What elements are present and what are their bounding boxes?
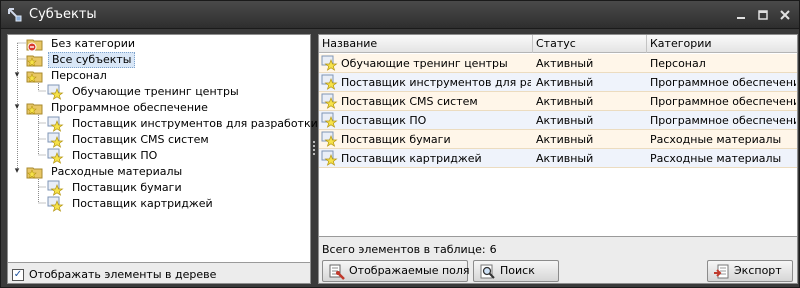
subjects-window: Субъекты Без категории Все субъекты ▾ Пе…	[0, 0, 800, 288]
cell-categories: Программное обеспечение	[650, 95, 796, 108]
star-subject-icon	[47, 132, 64, 148]
cell-name: Поставщик инструментов для разработки ПО	[341, 76, 531, 89]
expand-chevron-icon[interactable]: ▾	[12, 70, 22, 80]
cell-name: Поставщик картриджей	[341, 152, 482, 165]
total-count: 6	[489, 243, 497, 256]
subjects-grid-panel: Название Статус Категории Обучающие трен…	[318, 34, 798, 284]
minimize-icon	[737, 17, 745, 19]
columns-settings-icon	[329, 264, 345, 280]
tree-item-label: Персонал	[51, 69, 107, 82]
folder-star-icon	[26, 71, 43, 83]
tree-item-software[interactable]: Программное обеспечение	[26, 100, 286, 116]
tree-item-no-category[interactable]: Без категории	[26, 36, 286, 52]
tree-item-label: Без категории	[51, 37, 136, 50]
cell-status: Активный	[536, 76, 594, 89]
tree-item-label: Расходные материалы	[51, 165, 183, 178]
minimize-button[interactable]	[733, 7, 749, 23]
displayed-fields-button[interactable]: Отображаемые поля	[322, 260, 470, 282]
cell-name: Поставщик бумаги	[341, 133, 451, 146]
table-total: Всего элементов в таблице: 6	[322, 243, 497, 256]
maximize-icon	[758, 10, 768, 20]
window-title: Субъекты	[29, 7, 97, 22]
tree-item-all-subjects[interactable]: Все субъекты	[26, 52, 286, 68]
export-button[interactable]: Экспорт	[707, 260, 793, 282]
search-button[interactable]: Поиск	[473, 260, 559, 282]
column-header-categories[interactable]: Категории	[647, 35, 797, 53]
cell-categories: Расходные материалы	[650, 133, 782, 146]
category-tree[interactable]: Без категории Все субъекты ▾ Персонал Об…	[8, 35, 338, 263]
pane-splitter[interactable]	[313, 141, 316, 157]
tree-item-label: Поставщик картриджей	[72, 197, 213, 210]
export-label: Экспорт	[734, 264, 782, 277]
tree-item-dev-tools-supplier[interactable]: Поставщик инструментов для разработки ПО	[47, 116, 338, 132]
table-row[interactable]: Поставщик картриджей Активный Расходные …	[319, 149, 797, 168]
cell-status: Активный	[536, 95, 594, 108]
column-header-status[interactable]: Статус	[533, 35, 647, 53]
displayed-fields-label: Отображаемые поля	[349, 264, 470, 277]
folder-star-icon	[26, 167, 43, 179]
category-tree-panel: Без категории Все субъекты ▾ Персонал Об…	[7, 34, 338, 284]
folder-star-icon	[26, 103, 43, 115]
show-in-tree-checkbox[interactable]: ✓	[12, 269, 24, 281]
search-label: Поиск	[500, 264, 535, 277]
star-subject-icon	[47, 196, 64, 212]
close-button[interactable]	[777, 7, 793, 23]
tree-item-label: Все субъекты	[48, 52, 136, 68]
cell-categories: Персонал	[650, 57, 706, 70]
star-subject-icon	[321, 93, 338, 109]
cell-name: Поставщик CMS систем	[341, 95, 478, 108]
star-subject-icon	[47, 180, 64, 196]
tree-item-label: Обучающие тренинг центры	[72, 85, 239, 98]
show-in-tree-label: Отображать элементы в дереве	[29, 268, 217, 281]
tree-item-label: Поставщик CMS систем	[72, 133, 209, 146]
expand-chevron-icon[interactable]: ▾	[12, 166, 22, 176]
star-subject-icon	[47, 116, 64, 132]
cell-categories: Программное обеспечение	[650, 114, 796, 127]
folder-remove-icon	[26, 39, 43, 52]
maximize-button[interactable]	[755, 7, 771, 23]
tree-item-staff[interactable]: Персонал	[26, 68, 286, 84]
star-subject-icon	[321, 131, 338, 147]
cell-status: Активный	[536, 133, 594, 146]
table-header: Название Статус Категории	[319, 35, 797, 53]
tree-item-label: Поставщик инструментов для разработки ПО	[72, 117, 339, 130]
tree-item-consumables[interactable]: Расходные материалы	[26, 164, 286, 180]
cell-status: Активный	[536, 152, 594, 165]
cell-name: Поставщик ПО	[341, 114, 427, 127]
cell-status: Активный	[536, 57, 594, 70]
table-row[interactable]: Поставщик CMS систем Активный Программно…	[319, 92, 797, 111]
close-icon	[780, 10, 790, 20]
table-row[interactable]: Поставщик инструментов для разработки ПО…	[319, 73, 797, 92]
cell-categories: Расходные материалы	[650, 152, 782, 165]
table-row[interactable]: Обучающие тренинг центры Активный Персон…	[319, 54, 797, 73]
tree-item-training-centers[interactable]: Обучающие тренинг центры	[47, 84, 307, 100]
tree-item-software-supplier[interactable]: Поставщик ПО	[47, 148, 307, 164]
star-subject-icon	[47, 148, 64, 164]
cell-name: Обучающие тренинг центры	[341, 57, 508, 70]
tree-item-cms-supplier[interactable]: Поставщик CMS систем	[47, 132, 307, 148]
cell-categories: Программное обеспечение	[650, 76, 796, 89]
table-row[interactable]: Поставщик ПО Активный Программное обеспе…	[319, 111, 797, 130]
star-subject-icon	[321, 55, 338, 71]
table-row[interactable]: Поставщик бумаги Активный Расходные мате…	[319, 130, 797, 149]
total-label: Всего элементов в таблице:	[322, 243, 486, 256]
tree-item-label: Поставщик ПО	[72, 149, 158, 162]
folder-star-icon	[26, 55, 43, 67]
star-subject-icon	[321, 112, 338, 128]
export-icon	[714, 264, 729, 279]
tree-item-label: Программное обеспечение	[51, 101, 208, 114]
tree-item-label: Поставщик бумаги	[72, 181, 182, 194]
app-icon	[7, 7, 23, 23]
cell-status: Активный	[536, 114, 594, 127]
column-header-name[interactable]: Название	[319, 35, 533, 53]
star-subject-icon	[321, 150, 338, 166]
star-subject-icon	[321, 74, 338, 90]
tree-item-cartridge-supplier[interactable]: Поставщик картриджей	[47, 196, 307, 212]
subjects-table[interactable]: Название Статус Категории Обучающие трен…	[319, 35, 797, 237]
expand-chevron-icon[interactable]: ▾	[12, 102, 22, 112]
star-subject-icon	[47, 84, 64, 100]
search-icon	[480, 264, 495, 279]
tree-item-paper-supplier[interactable]: Поставщик бумаги	[47, 180, 307, 196]
title-bar[interactable]: Субъекты	[1, 1, 799, 29]
